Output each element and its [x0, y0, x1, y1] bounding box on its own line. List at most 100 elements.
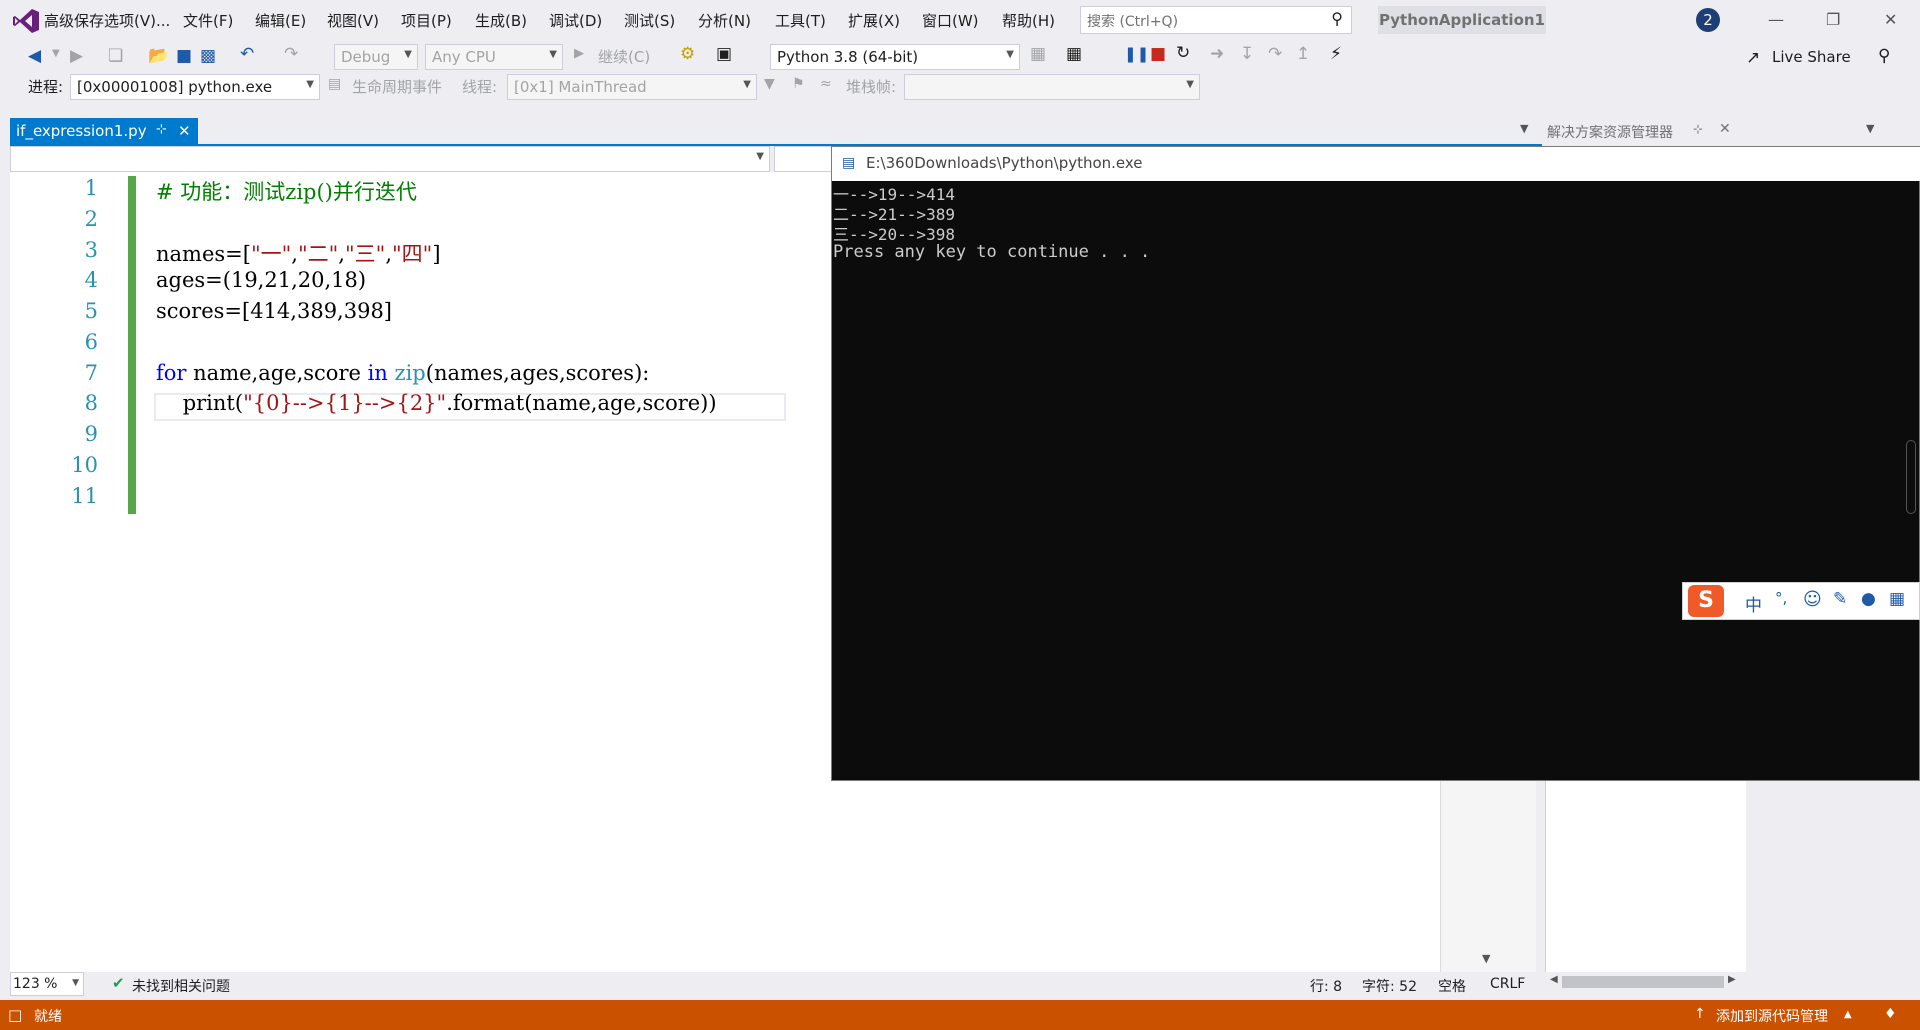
flag-icon[interactable]: ⚑ — [792, 76, 805, 92]
show-next-statement-icon[interactable]: ➜ — [1210, 44, 1224, 64]
chevron-down-icon: ▼ — [72, 978, 79, 988]
menu-tools[interactable]: 工具(T) — [775, 10, 826, 31]
back-dropdown-icon[interactable]: ▼ — [52, 48, 60, 59]
visual-studio-logo-icon[interactable] — [12, 8, 40, 34]
add-to-source-control-button[interactable]: 添加到源代码管理 — [1716, 1006, 1828, 1026]
hex-icon[interactable]: ▦ — [1030, 44, 1046, 64]
change-tracking-bar — [128, 176, 136, 514]
code-line-8: print("{0}-->{1}-->{2}".format(name,age,… — [156, 391, 717, 415]
layout-icon[interactable]: ▦ — [1066, 44, 1082, 64]
menu-build[interactable]: 生成(B) — [475, 10, 527, 31]
scroll-down-icon[interactable]: ▼ — [1482, 952, 1490, 965]
menu-test[interactable]: 测试(S) — [624, 10, 675, 31]
notification-badge[interactable]: 2 — [1696, 8, 1720, 32]
restore-icon[interactable]: ❐ — [1826, 10, 1840, 29]
close-tab-icon[interactable]: ✕ — [178, 122, 191, 140]
python-env-select[interactable]: Python 3.8 (64-bit) ▼ — [770, 44, 1020, 70]
step-into-icon[interactable]: ↧ — [1240, 44, 1254, 64]
close-panel-icon[interactable]: ✕ — [1719, 121, 1731, 137]
chevron-up-icon[interactable]: ▲ — [1844, 1009, 1852, 1020]
pin-icon[interactable]: ⊹ — [1693, 122, 1703, 136]
bell-icon[interactable]: ♦ — [1884, 1006, 1897, 1022]
menu-extensions[interactable]: 扩展(X) — [848, 10, 900, 31]
menu-analyze[interactable]: 分析(N) — [698, 10, 751, 31]
config-value: Debug — [341, 48, 391, 66]
punctuation-icon[interactable]: °, — [1775, 589, 1787, 607]
thread-select[interactable]: [0x1] MainThread ▼ — [507, 74, 757, 100]
menu-file[interactable]: 文件(F) — [183, 10, 233, 31]
live-share-button[interactable]: Live Share — [1772, 48, 1851, 66]
new-item-icon[interactable]: ❏ — [108, 46, 123, 66]
scroll-right-icon[interactable]: ▶ — [1728, 974, 1736, 985]
forward-icon[interactable]: ▶ — [70, 46, 83, 66]
platform-select[interactable]: Any CPU ▼ — [425, 44, 563, 70]
collapse-icon[interactable]: ≈ — [820, 76, 832, 92]
redo-icon[interactable]: ↷ — [284, 44, 298, 64]
browse-icon[interactable]: ▣ — [716, 44, 732, 64]
menu-edit[interactable]: 编辑(E) — [255, 10, 306, 31]
tab-overflow-icon[interactable]: ▼ — [1520, 122, 1528, 135]
handwriting-icon[interactable]: ✎ — [1833, 589, 1847, 609]
scroll-left-icon[interactable]: ◀ — [1550, 974, 1558, 985]
console-title-bar[interactable]: ▤ E:\360Downloads\Python\python.exe — [832, 147, 1920, 181]
save-icon[interactable]: ■ — [176, 46, 192, 66]
panel-overflow-icon[interactable]: ▼ — [1866, 122, 1874, 135]
line-indicator[interactable]: 行: 8 — [1310, 976, 1342, 996]
thread-value: [0x1] MainThread — [514, 78, 647, 96]
lifecycle-events-button[interactable]: 生命周期事件 — [352, 76, 442, 97]
menu-view[interactable]: 视图(V) — [327, 10, 379, 31]
ime-toolbar[interactable]: S 中 °, ☺ ✎ ● ▦ — [1682, 582, 1920, 620]
continue-icon[interactable]: ▶ — [574, 46, 584, 61]
tab-if-expression1[interactable]: if_expression1.py ⊹ ✕ — [10, 118, 198, 144]
continue-button[interactable]: 继续(C) — [598, 46, 650, 67]
solution-explorer-title: 解决方案资源管理器 — [1547, 125, 1673, 141]
zoom-select[interactable]: 123 % ▼ — [10, 972, 84, 996]
horizontal-scrollbar-thumb[interactable] — [1562, 976, 1724, 988]
toolbox-icon[interactable]: ▦ — [1889, 589, 1905, 609]
string-token: "一" — [250, 242, 292, 266]
process-label: 进程: — [28, 78, 64, 96]
stop-icon[interactable]: ■ — [1150, 44, 1166, 64]
lifecycle-icon[interactable]: ▤ — [328, 76, 341, 92]
menu-debug[interactable]: 调试(D) — [549, 10, 602, 31]
line-number: 1 — [84, 176, 98, 200]
sogou-logo-icon[interactable]: S — [1688, 585, 1724, 617]
pin-icon[interactable]: ⊹ — [156, 122, 167, 137]
save-all-icon[interactable]: ▩ — [200, 46, 216, 66]
editor-status-strip — [10, 972, 1535, 998]
open-folder-icon[interactable]: 📂 — [148, 46, 169, 66]
feedback-icon[interactable]: ⚲ — [1878, 46, 1890, 66]
line-number: 9 — [84, 422, 98, 446]
close-window-icon[interactable]: ✕ — [1884, 10, 1897, 29]
restart-icon[interactable]: ↻ — [1176, 43, 1190, 63]
whitespace-indicator[interactable]: 空格 — [1438, 976, 1466, 996]
minimize-icon[interactable]: — — [1768, 10, 1784, 29]
config-select[interactable]: Debug ▼ — [334, 44, 418, 70]
ime-language[interactable]: 中 — [1745, 591, 1762, 616]
search-input[interactable]: 搜索 (Ctrl+Q) ⚲ — [1080, 6, 1352, 34]
solution-explorer-tab[interactable]: 解决方案资源管理器 ⊹ ✕ — [1545, 118, 1745, 144]
process-select[interactable]: [0x00001008] python.exe ▼ — [70, 74, 320, 100]
menu-window[interactable]: 窗口(W) — [922, 10, 979, 31]
pause-icon[interactable]: ❚❚ — [1124, 45, 1149, 63]
issues-status[interactable]: 未找到相关问题 — [132, 976, 230, 996]
back-icon[interactable]: ◀ — [28, 46, 41, 66]
menu-project[interactable]: 项目(P) — [401, 10, 452, 31]
step-over-icon[interactable]: ↷ — [1268, 44, 1282, 64]
filter-icon[interactable]: ▼ — [764, 76, 775, 92]
step-out-icon[interactable]: ↥ — [1296, 44, 1310, 64]
undo-icon[interactable]: ↶ — [240, 44, 254, 64]
share-icon[interactable]: ↗ — [1746, 48, 1760, 68]
microphone-icon[interactable]: ● — [1861, 589, 1876, 609]
emoji-icon[interactable]: ☺ — [1803, 589, 1822, 610]
eol-indicator[interactable]: CRLF — [1490, 976, 1525, 992]
char-indicator[interactable]: 字符: 52 — [1362, 976, 1417, 996]
line-number: 8 — [84, 391, 98, 415]
hot-reload-icon[interactable]: ⚡ — [1330, 44, 1342, 64]
menu-advanced-save[interactable]: 高级保存选项(V)... — [44, 10, 170, 31]
stackframe-select[interactable]: ▼ — [904, 74, 1200, 100]
code-nav-scope-select[interactable]: ▼ — [10, 146, 770, 172]
menu-help[interactable]: 帮助(H) — [1002, 10, 1055, 31]
console-scrollbar[interactable] — [1906, 440, 1916, 514]
attach-icon[interactable]: ⚙ — [680, 44, 695, 64]
